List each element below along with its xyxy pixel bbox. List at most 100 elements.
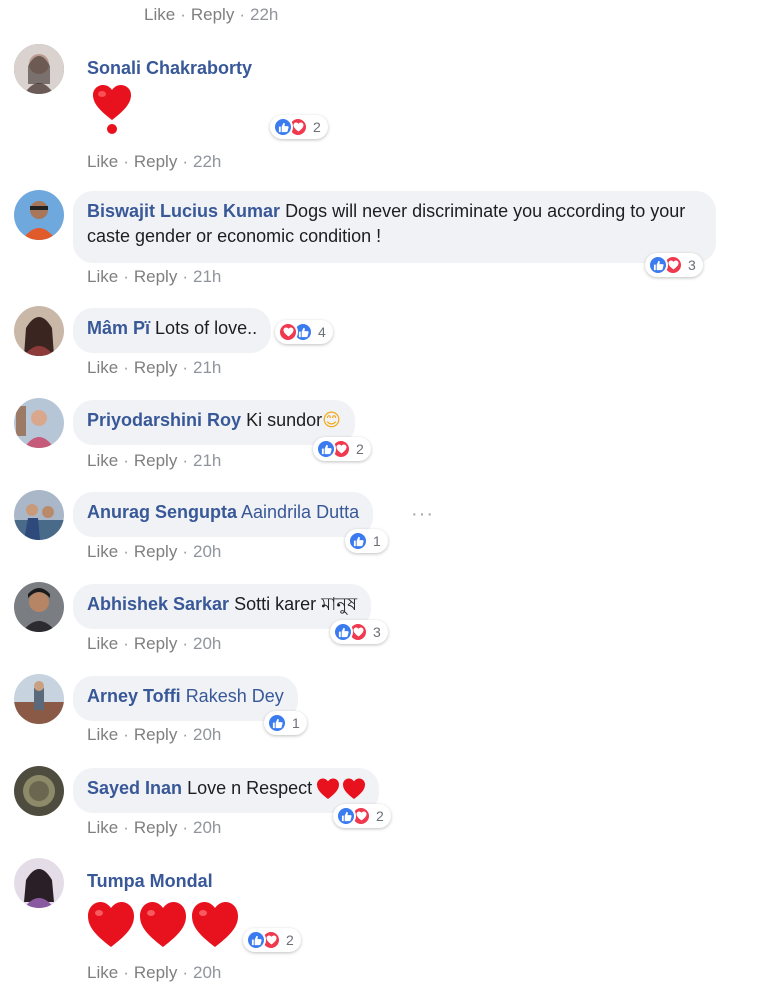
thumbs-up-icon xyxy=(273,117,293,137)
comment-bubble: Arney Toffi Rakesh Dey xyxy=(73,676,298,721)
heart-emojis xyxy=(87,901,239,954)
avatar[interactable] xyxy=(14,582,64,632)
commenter-name[interactable]: Tumpa Mondal xyxy=(87,871,213,892)
like-link[interactable]: Like xyxy=(87,725,118,744)
comment-actions: Like · Reply · 20h xyxy=(87,542,222,561)
like-link[interactable]: Like xyxy=(87,634,118,653)
mention-link[interactable]: Aaindrila Dutta xyxy=(241,502,359,522)
timestamp[interactable]: 20h xyxy=(193,963,221,982)
commenter-name[interactable]: Priyodarshini Roy xyxy=(87,410,241,430)
reply-link[interactable]: Reply xyxy=(134,818,177,837)
comment-bubble: Mâm Pï Lots of love.. xyxy=(73,308,272,353)
comment-actions: Like · Reply · 21h xyxy=(87,358,222,377)
timestamp[interactable]: 20h xyxy=(193,725,221,744)
thumbs-up-icon xyxy=(648,255,668,275)
reaction-summary[interactable]: 2 xyxy=(313,437,371,461)
reaction-summary[interactable]: 4 xyxy=(275,320,333,344)
more-options-icon[interactable]: ··· xyxy=(411,503,434,526)
reaction-count: 1 xyxy=(292,715,300,731)
reply-link[interactable]: Reply xyxy=(134,963,177,982)
commenter-name[interactable]: Arney Toffi xyxy=(87,686,181,706)
reaction-count: 2 xyxy=(356,441,364,457)
reply-link[interactable]: Reply xyxy=(134,634,177,653)
like-link[interactable]: Like xyxy=(87,963,118,982)
reply-link[interactable]: Reply xyxy=(191,5,234,24)
reaction-count: 2 xyxy=(376,808,384,824)
like-link[interactable]: Like xyxy=(87,152,118,171)
reply-link[interactable]: Reply xyxy=(134,267,177,286)
avatar[interactable] xyxy=(14,858,64,908)
commenter-name[interactable]: Sayed Inan xyxy=(87,778,182,798)
commenter-name[interactable]: Anurag Sengupta xyxy=(87,502,237,522)
commenter-name[interactable]: Abhishek Sarkar xyxy=(87,594,229,614)
reaction-count: 3 xyxy=(373,624,381,640)
avatar[interactable] xyxy=(14,490,64,540)
reaction-count: 1 xyxy=(373,533,381,549)
avatar[interactable] xyxy=(14,44,64,94)
timestamp[interactable]: 22h xyxy=(193,152,221,171)
comment-bubble: Biswajit Lucius Kumar Dogs will never di… xyxy=(73,191,716,263)
reply-link[interactable]: Reply xyxy=(134,358,177,377)
heart-emoji xyxy=(91,84,133,141)
mention-link[interactable]: Rakesh Dey xyxy=(186,686,284,706)
timestamp[interactable]: 21h xyxy=(193,358,221,377)
reply-link[interactable]: Reply xyxy=(134,451,177,470)
commenter-name[interactable]: Mâm Pï xyxy=(87,318,150,338)
like-link[interactable]: Like xyxy=(144,5,175,24)
heart-emoji xyxy=(317,778,366,800)
reaction-summary[interactable]: 1 xyxy=(264,711,307,735)
reaction-count: 2 xyxy=(313,119,321,135)
reaction-summary[interactable]: 1 xyxy=(345,529,388,553)
avatar[interactable] xyxy=(14,190,64,240)
reaction-summary[interactable]: 2 xyxy=(243,928,301,952)
like-link[interactable]: Like xyxy=(87,267,118,286)
reply-link[interactable]: Reply xyxy=(134,542,177,561)
thumbs-up-icon xyxy=(333,622,353,642)
timestamp[interactable]: 20h xyxy=(193,818,221,837)
timestamp[interactable]: 20h xyxy=(193,634,221,653)
comment-actions: Like · Reply · 22h xyxy=(144,5,279,24)
thumbs-up-icon xyxy=(336,806,356,826)
timestamp[interactable]: 20h xyxy=(193,542,221,561)
avatar[interactable] xyxy=(14,766,64,816)
comment-text: Lots of love.. xyxy=(155,318,258,338)
thumbs-up-icon xyxy=(348,531,368,551)
like-link[interactable]: Like xyxy=(87,818,118,837)
reply-link[interactable]: Reply xyxy=(134,725,177,744)
comment-actions: Like · Reply · 21h xyxy=(87,451,222,470)
reaction-summary[interactable]: 3 xyxy=(330,620,388,644)
timestamp[interactable]: 21h xyxy=(193,451,221,470)
avatar[interactable] xyxy=(14,398,64,448)
timestamp[interactable]: 22h xyxy=(250,5,278,24)
reaction-count: 3 xyxy=(688,257,696,273)
timestamp[interactable]: 21h xyxy=(193,267,221,286)
commenter-name[interactable]: Sonali Chakraborty xyxy=(87,58,252,79)
like-link[interactable]: Like xyxy=(87,542,118,561)
thumbs-up-icon xyxy=(246,930,266,950)
comment-text: Ki sundor xyxy=(246,410,323,430)
heart-icon xyxy=(278,322,298,342)
thumbs-up-icon xyxy=(316,439,336,459)
comment-bubble: Abhishek Sarkar Sotti karer মানুষ xyxy=(73,584,372,629)
like-link[interactable]: Like xyxy=(87,358,118,377)
comment-actions: Like · Reply · 20h xyxy=(87,725,222,744)
comment-text: Love n Respect xyxy=(187,778,313,798)
comment-bubble: Anurag Sengupta Aaindrila Dutta xyxy=(73,492,374,537)
reply-link[interactable]: Reply xyxy=(134,152,177,171)
thumbs-up-icon xyxy=(267,713,287,733)
avatar[interactable] xyxy=(14,674,64,724)
reaction-count: 4 xyxy=(318,324,326,340)
reaction-summary[interactable]: 3 xyxy=(645,253,703,277)
comment-actions: Like · Reply · 21h xyxy=(87,267,222,286)
reaction-summary[interactable]: 2 xyxy=(270,115,328,139)
comment-text: Sotti karer মানুষ xyxy=(234,594,358,614)
comment-bubble: Sayed Inan Love n Respect xyxy=(73,768,380,813)
comment-actions: Like · Reply · 22h xyxy=(87,152,222,171)
avatar[interactable] xyxy=(14,306,64,356)
reaction-summary[interactable]: 2 xyxy=(333,804,391,828)
smiley-emoji: 😊 xyxy=(322,410,341,430)
comment-actions: Like · Reply · 20h xyxy=(87,963,222,982)
comment-bubble: Priyodarshini Roy Ki sundor😊 xyxy=(73,400,355,445)
like-link[interactable]: Like xyxy=(87,451,118,470)
commenter-name[interactable]: Biswajit Lucius Kumar xyxy=(87,201,280,221)
